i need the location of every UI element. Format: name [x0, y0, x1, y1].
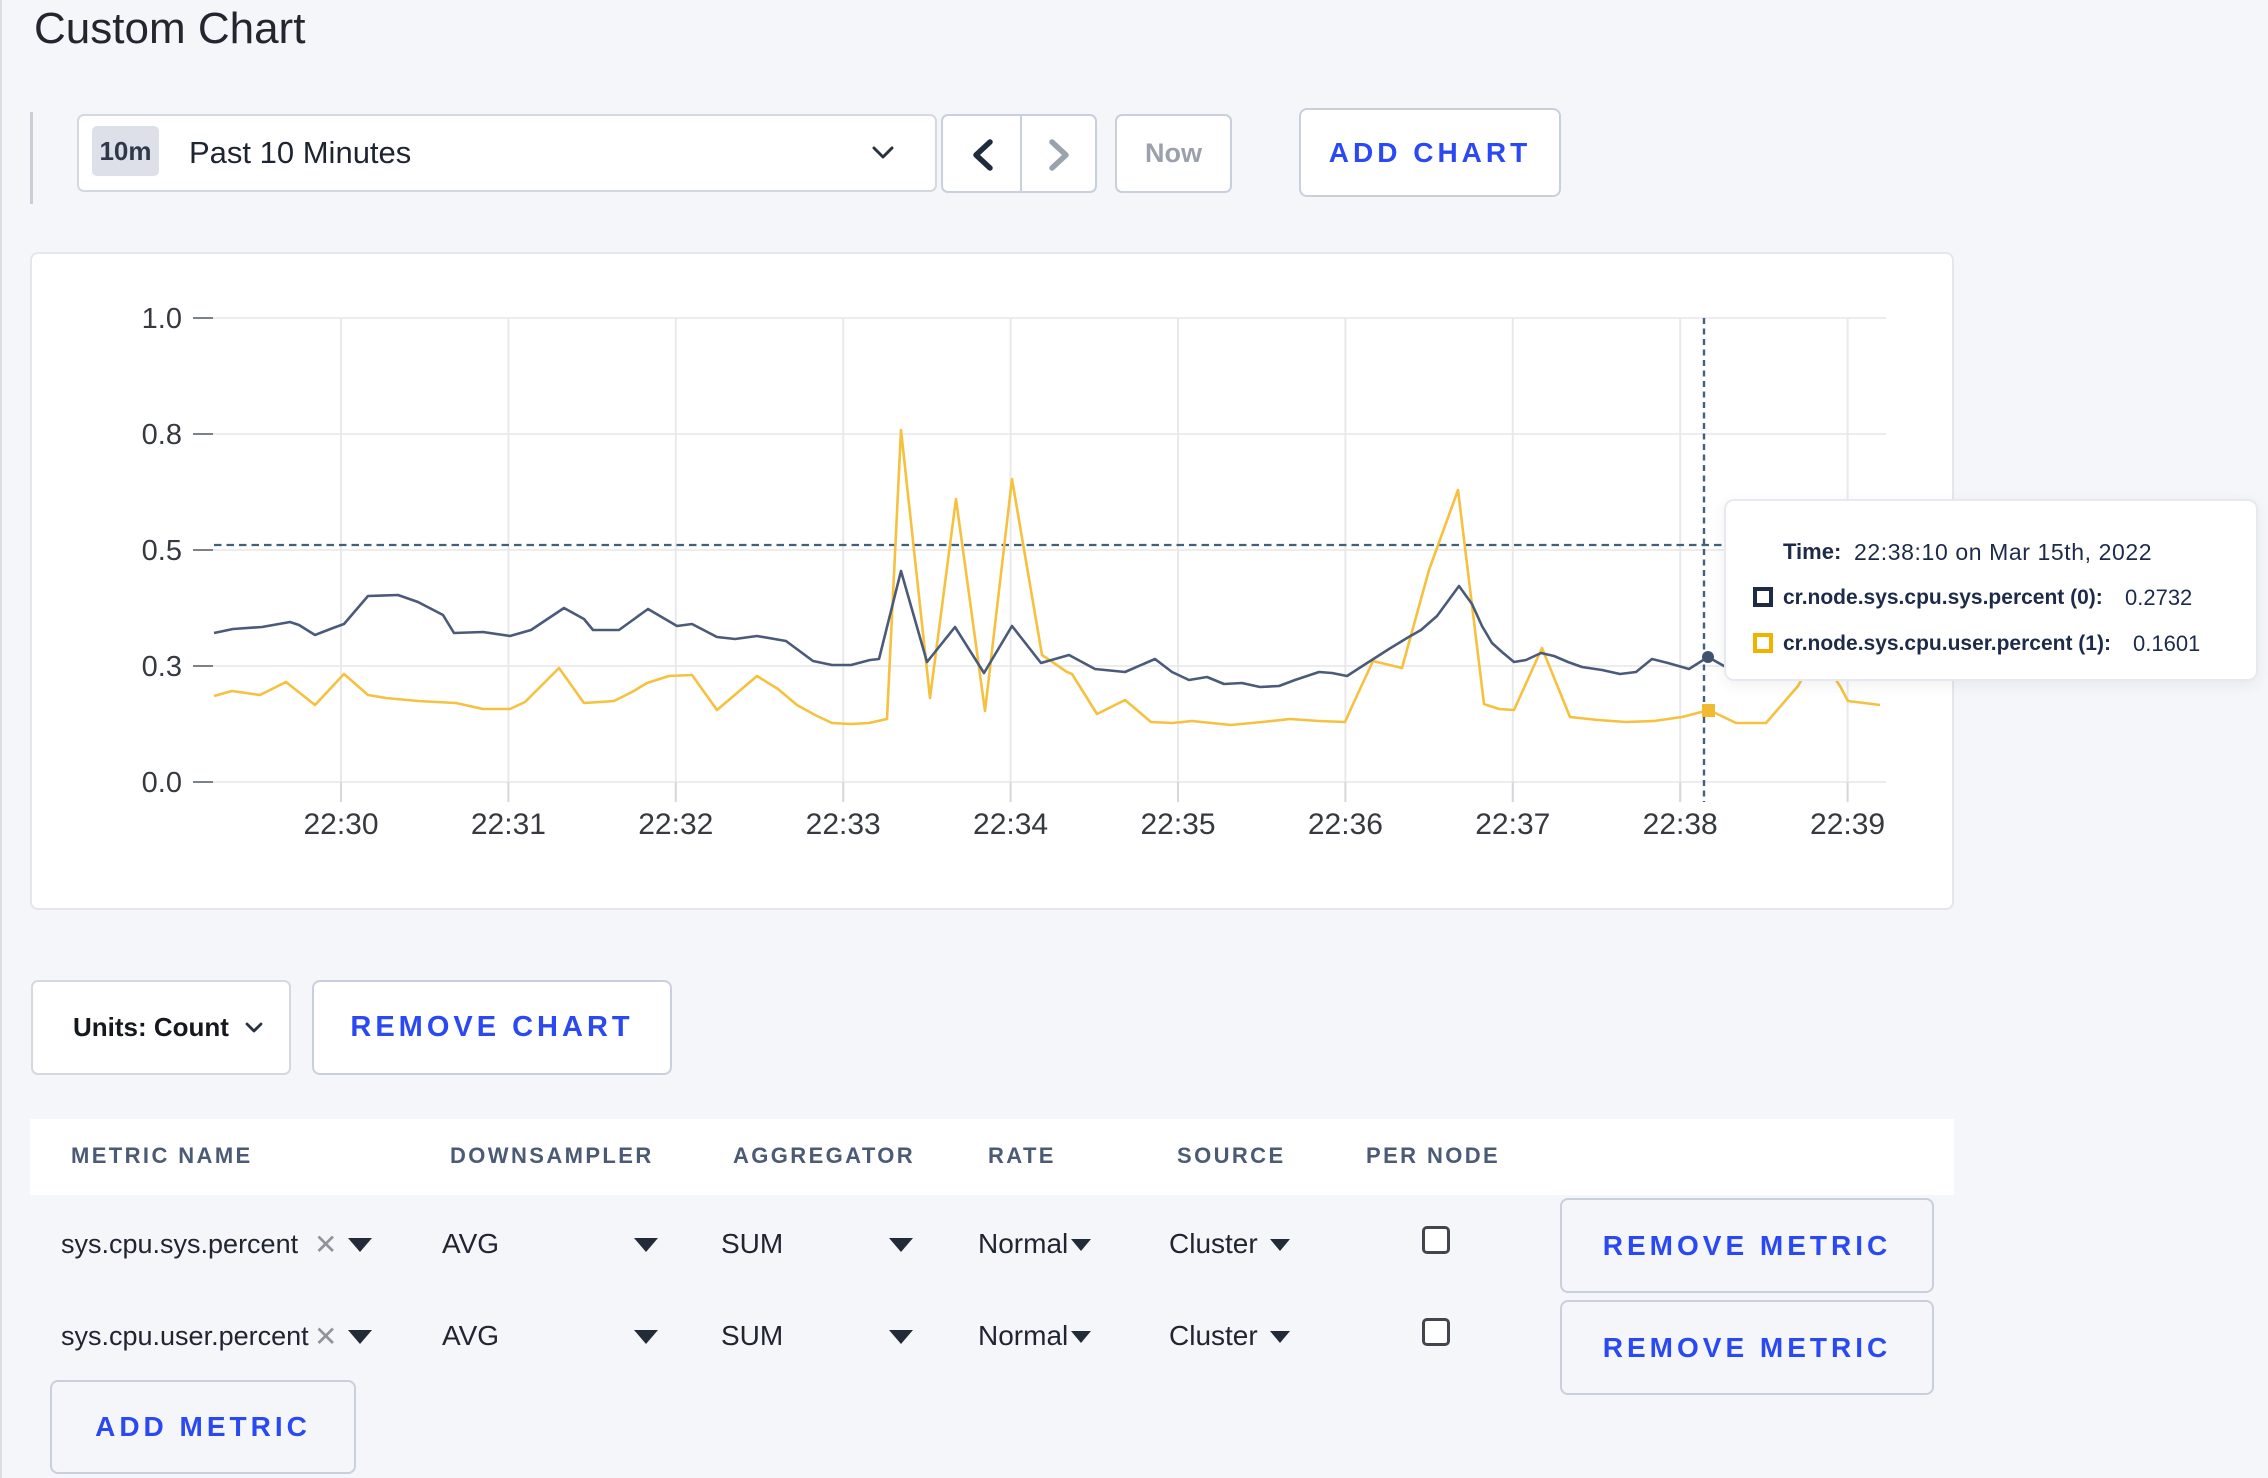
svg-text:22:35: 22:35 [1140, 808, 1215, 841]
svg-text:22:36: 22:36 [1308, 808, 1383, 841]
svg-text:0.8: 0.8 [142, 419, 182, 451]
svg-text:22:30: 22:30 [303, 808, 378, 841]
svg-text:22:34: 22:34 [973, 808, 1048, 841]
svg-text:22:38: 22:38 [1643, 808, 1718, 841]
svg-text:22:39: 22:39 [1810, 808, 1885, 841]
svg-text:0.3: 0.3 [142, 651, 182, 683]
svg-text:22:33: 22:33 [806, 808, 881, 841]
svg-text:22:37: 22:37 [1475, 808, 1550, 841]
svg-text:22:31: 22:31 [471, 808, 546, 841]
svg-text:1.0: 1.0 [142, 303, 182, 335]
svg-text:0.0: 0.0 [142, 767, 182, 799]
svg-text:22:32: 22:32 [638, 808, 713, 841]
svg-text:0.5: 0.5 [142, 535, 182, 567]
